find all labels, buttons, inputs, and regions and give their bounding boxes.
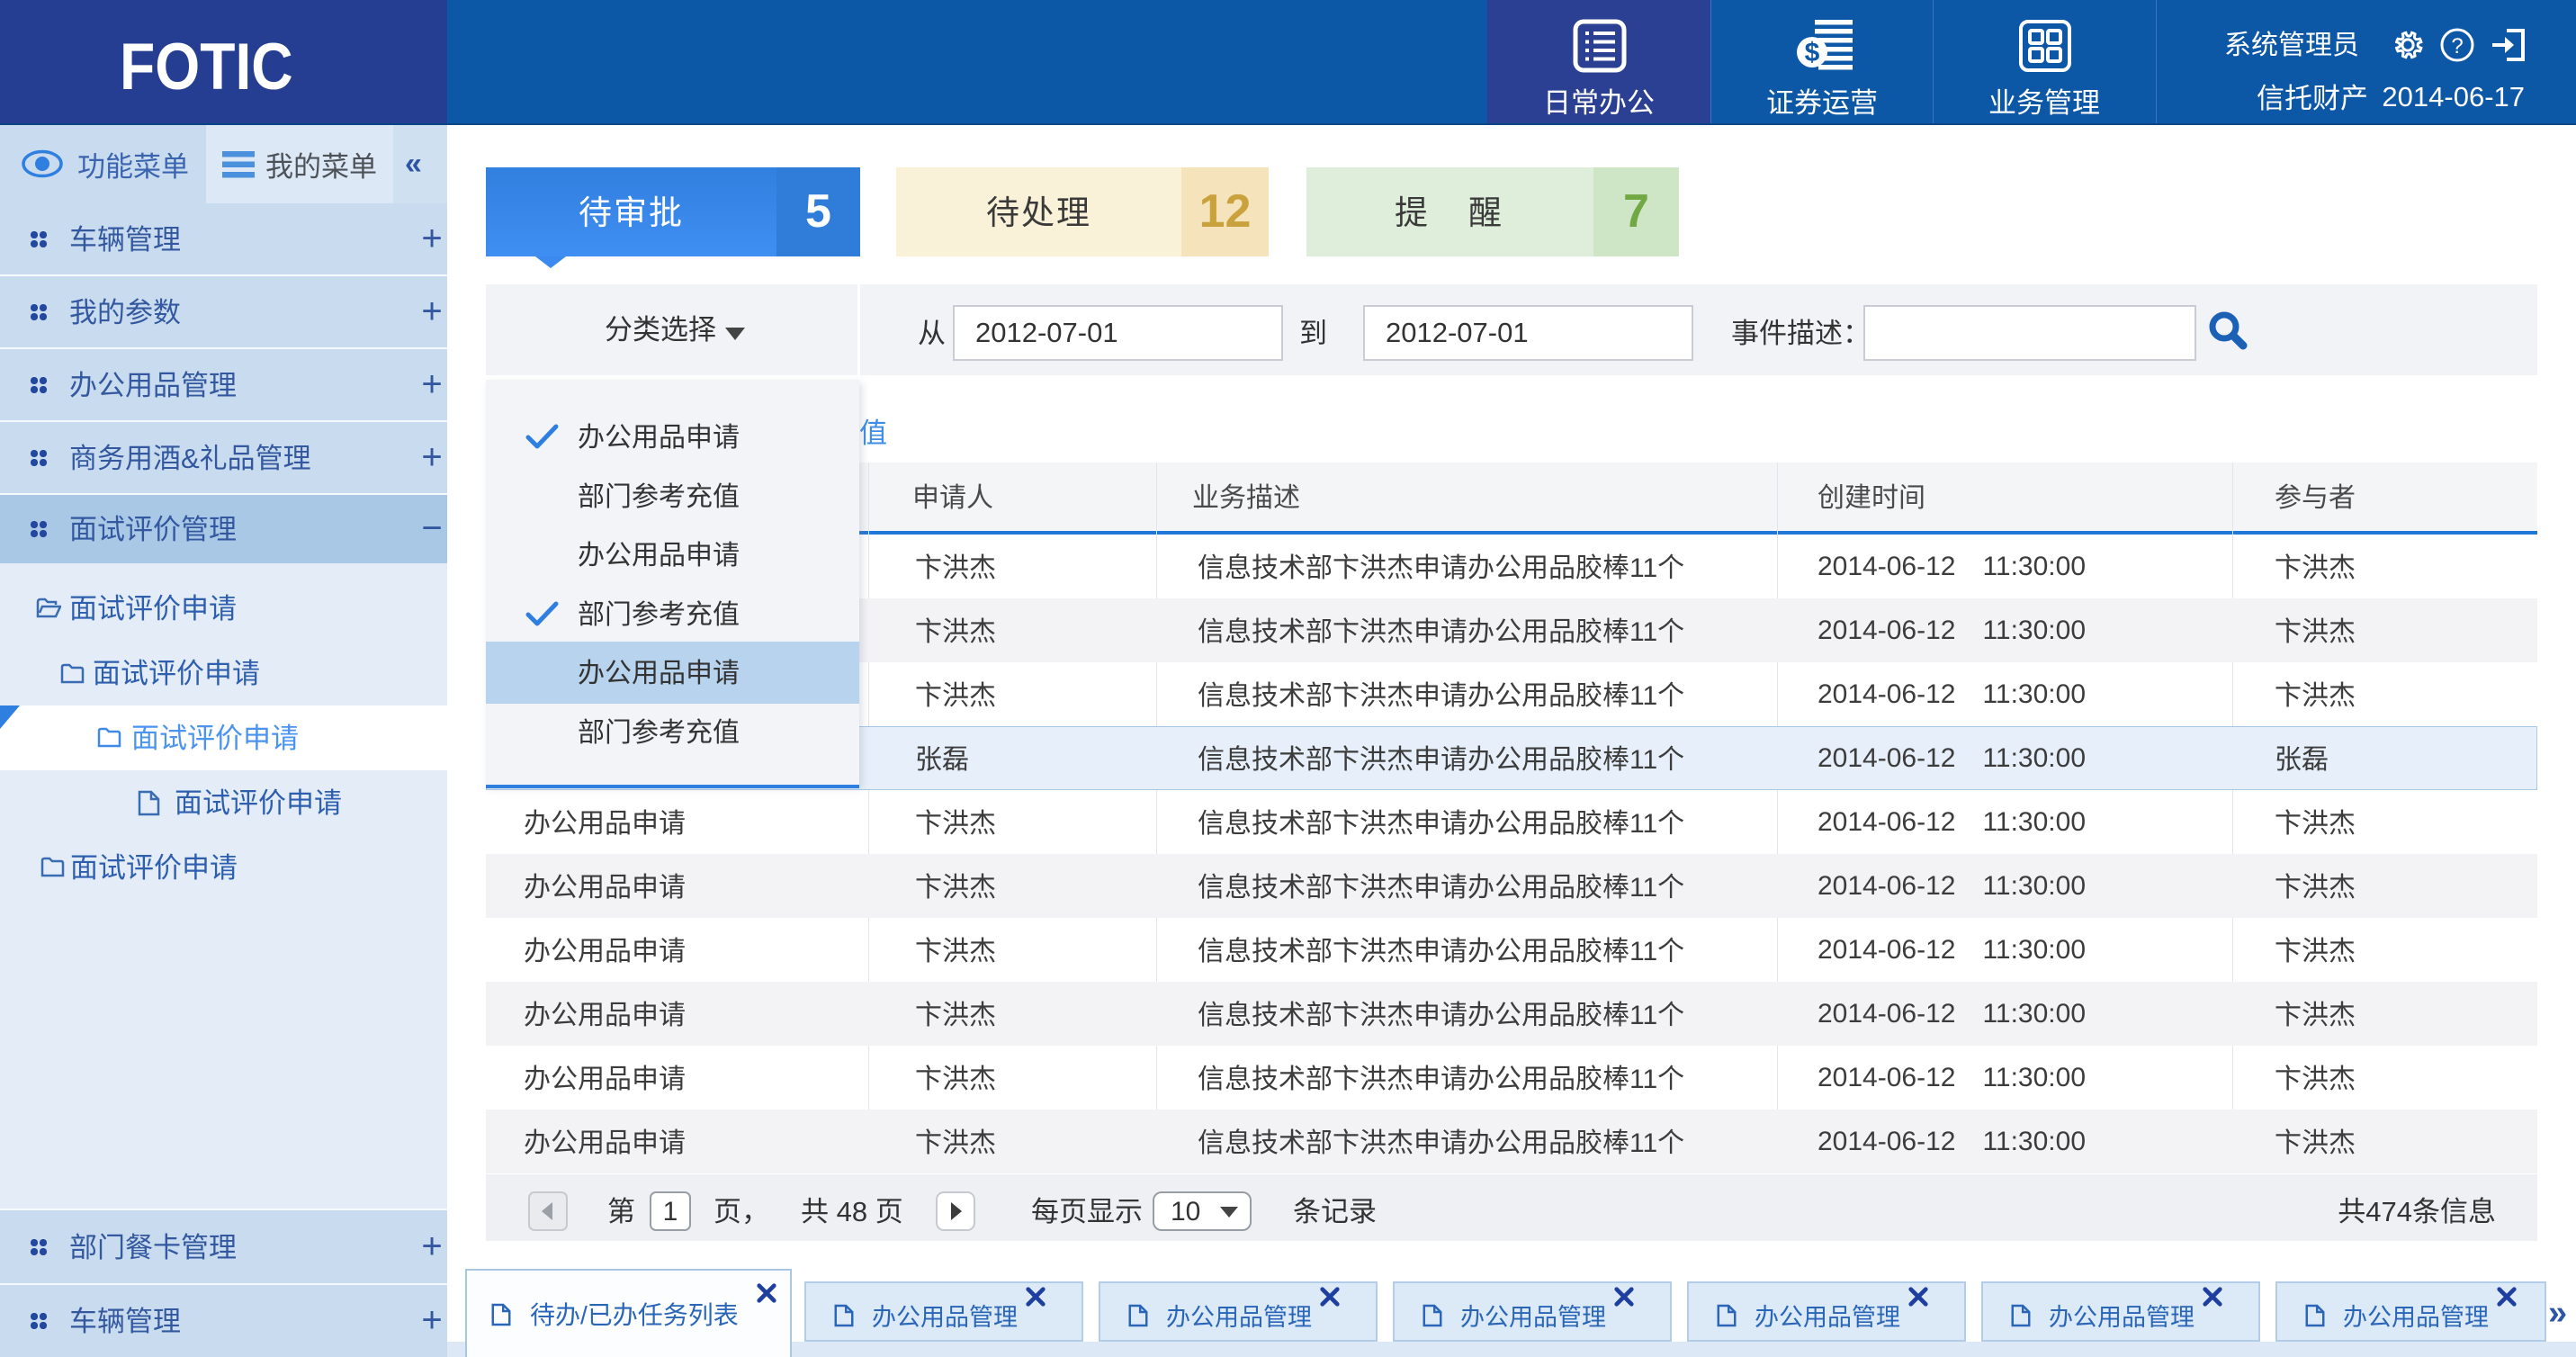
svg-text:$: $ xyxy=(1805,38,1820,67)
svg-text:?: ? xyxy=(2451,34,2463,58)
